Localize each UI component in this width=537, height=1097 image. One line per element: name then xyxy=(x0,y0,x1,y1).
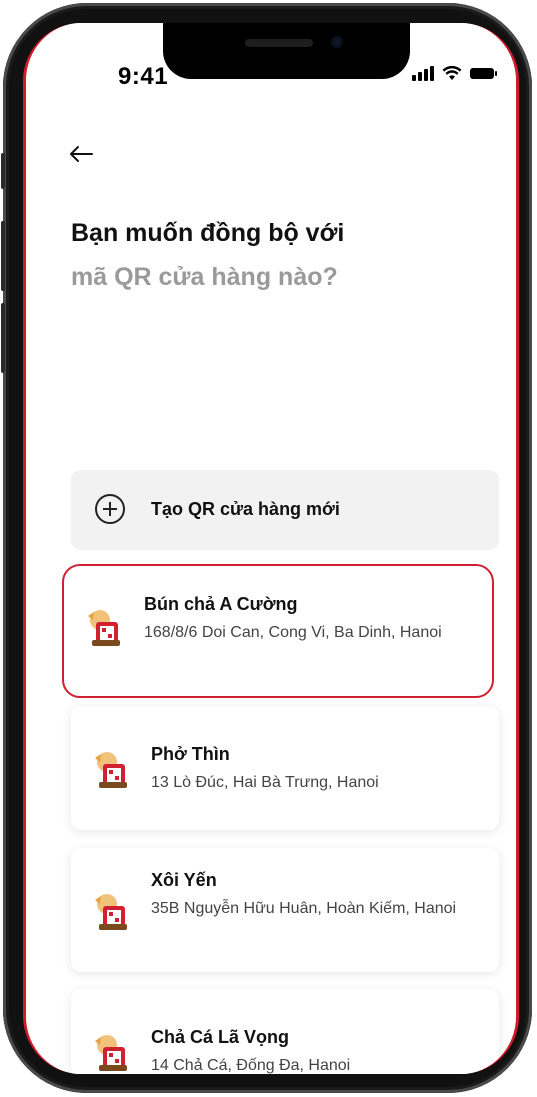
store-card-pho-thin[interactable]: Phở Thìn 13 Lò Đúc, Hai Bà Trưng, Hanoi xyxy=(71,706,499,830)
front-camera xyxy=(331,36,343,48)
create-store-qr-label: Tạo QR cửa hàng mới xyxy=(151,499,340,519)
signal-icon xyxy=(412,65,434,81)
store-name: Chả Cá Lã Vọng xyxy=(151,1027,290,1047)
arrow-left-icon xyxy=(70,146,93,162)
store-qr-logo-icon xyxy=(95,752,127,788)
plus-circle-icon xyxy=(95,494,125,524)
back-button[interactable] xyxy=(68,141,94,169)
phone-frame: 9:41 Bạn muốn đồng bộ với mã QR cửa hàng… xyxy=(1,3,532,1093)
mute-switch xyxy=(1,153,5,189)
volume-down-button xyxy=(1,303,5,373)
store-name: Bún chả A Cường xyxy=(144,594,298,614)
store-card-xoi-yen[interactable]: Xôi Yến 35B Nguyễn Hữu Huân, Hoàn Kiếm, … xyxy=(71,848,499,972)
store-name: Phở Thìn xyxy=(151,744,230,764)
store-address: 168/8/6 Doi Can, Cong Vi, Ba Dinh, Hanoi xyxy=(144,624,442,641)
store-card-cha-ca[interactable]: Chả Cá Lã Vọng 14 Chả Cá, Đống Đa, Hanoi xyxy=(71,989,499,1074)
store-name: Xôi Yến xyxy=(151,870,217,890)
wifi-icon xyxy=(442,65,462,80)
store-address: 35B Nguyễn Hữu Huân, Hoàn Kiếm, Hanoi xyxy=(151,900,457,917)
store-qr-logo-icon xyxy=(95,1035,127,1071)
store-address: 13 Lò Đúc, Hai Bà Trưng, Hanoi xyxy=(151,774,379,791)
speaker xyxy=(245,39,313,47)
phone-screen: 9:41 Bạn muốn đồng bộ với mã QR cửa hàng… xyxy=(23,23,519,1074)
battery-icon xyxy=(470,67,497,79)
create-store-qr-button[interactable]: Tạo QR cửa hàng mới xyxy=(71,470,499,550)
store-address: 14 Chả Cá, Đống Đa, Hanoi xyxy=(151,1057,351,1074)
volume-up-button xyxy=(1,221,5,291)
status-time: 9:41 xyxy=(118,63,169,90)
page-subtitle: mã QR cửa hàng nào? xyxy=(71,263,338,291)
store-card-bun-cha[interactable]: Bún chả A Cường 168/8/6 Doi Can, Cong Vi… xyxy=(62,564,494,698)
notch xyxy=(163,23,410,79)
page-title: Bạn muốn đồng bộ với xyxy=(71,219,345,247)
store-qr-logo-icon xyxy=(95,894,127,930)
status-icons xyxy=(412,65,497,81)
store-qr-logo-icon xyxy=(88,610,120,646)
